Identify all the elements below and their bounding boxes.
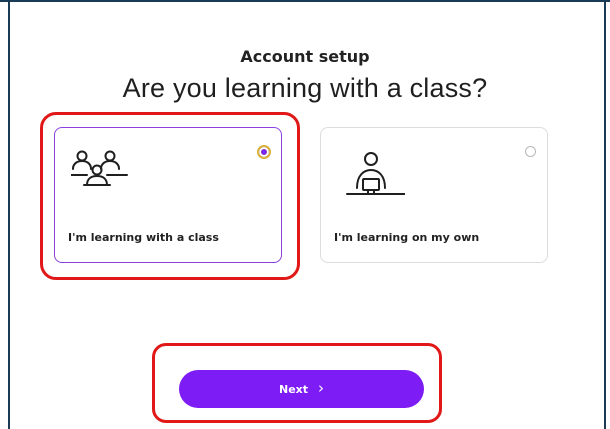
option-card-own[interactable]: I'm learning on my own xyxy=(320,127,548,263)
highlight-annotation-next xyxy=(152,343,442,423)
page-title: Are you learning with a class? xyxy=(122,73,488,103)
highlight-annotation-option xyxy=(40,112,300,280)
window-frame-top xyxy=(0,0,610,2)
page-kicker: Account setup xyxy=(240,47,370,66)
option-own-radio[interactable] xyxy=(525,146,536,157)
option-own-label: I'm learning on my own xyxy=(334,231,480,244)
solo-learner-icon xyxy=(337,150,406,204)
